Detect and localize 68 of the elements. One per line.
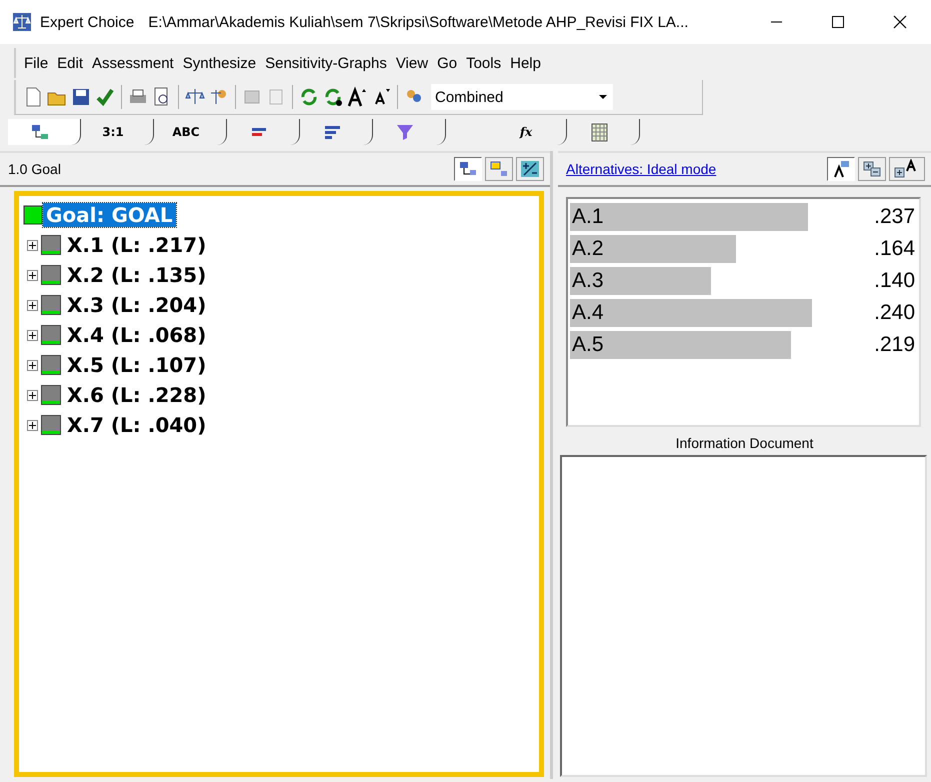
node-view-button[interactable] <box>485 157 513 181</box>
node-icon <box>41 235 61 255</box>
alternative-name: A.5 <box>572 333 604 357</box>
priority-value: .237 <box>873 205 915 229</box>
node-icon <box>41 295 61 315</box>
combined-dropdown[interactable]: Combined <box>431 84 613 110</box>
tree-item[interactable]: X.6 (L: .228) <box>67 383 206 407</box>
view-tab[interactable]: fx <box>494 119 567 145</box>
expand-toggle[interactable] <box>27 300 38 310</box>
add-letter-button[interactable] <box>889 157 925 181</box>
menu-item[interactable]: File <box>24 52 48 74</box>
plus-minus-boxes-icon <box>862 160 882 178</box>
expand-toggle[interactable] <box>27 330 38 340</box>
menu-item[interactable]: Edit <box>57 52 84 74</box>
expand-toggle[interactable] <box>27 240 38 250</box>
view-tab[interactable] <box>8 119 81 145</box>
tree-item[interactable]: X.5 (L: .107) <box>67 353 206 377</box>
menu-item[interactable]: Tools <box>466 52 502 74</box>
alternative-name: A.1 <box>572 205 604 229</box>
plus-minus-icon <box>520 160 540 178</box>
tab-icon <box>395 122 415 142</box>
menu-item[interactable]: View <box>396 52 428 74</box>
tree-view-button[interactable] <box>454 157 482 181</box>
scales-icon <box>12 12 32 32</box>
expand-toggle[interactable] <box>27 390 38 400</box>
menu-item[interactable]: Synthesize <box>182 52 256 74</box>
nodes-icon <box>489 160 509 178</box>
node-icon <box>41 355 61 375</box>
app-name: Expert Choice <box>40 14 134 30</box>
alternative-name: A.4 <box>572 301 604 325</box>
menu-item[interactable]: Sensitivity-Graphs <box>265 52 387 74</box>
plus-minus-button[interactable] <box>516 157 544 181</box>
expand-collapse-button[interactable] <box>858 157 886 181</box>
priority-value: .164 <box>873 237 915 261</box>
tree-item[interactable]: X.3 (L: .204) <box>67 293 206 317</box>
save-icon[interactable] <box>70 86 92 108</box>
menu-item[interactable]: Go <box>437 52 458 74</box>
priority-value: .219 <box>873 333 915 357</box>
pane-header: 1.0 Goal <box>8 161 61 177</box>
menu-item[interactable]: Assessment <box>92 52 174 74</box>
tree-item[interactable]: X.2 (L: .135) <box>67 263 206 287</box>
window-title: E:\Ammar\Akademis Kuliah\sem 7\Skripsi\Software\Metode AHP_Revisi FIX LA... <box>148 14 688 30</box>
expand-toggle[interactable] <box>27 270 38 280</box>
goal-node-icon <box>23 205 43 225</box>
tree-item[interactable]: X.7 (L: .040) <box>67 413 206 437</box>
tree-item[interactable]: X.4 (L: .068) <box>67 323 206 347</box>
node-icon <box>41 325 61 345</box>
expand-toggle[interactable] <box>27 420 38 430</box>
info-document-label: Information Document <box>674 435 814 451</box>
node-icon <box>41 415 61 435</box>
node-icon <box>41 265 61 285</box>
tab-icon <box>589 122 609 142</box>
view-tab[interactable]: ABC <box>154 119 227 145</box>
tab-icon <box>30 122 50 142</box>
tree-item[interactable]: Goal: GOAL <box>43 203 176 227</box>
view-tab[interactable]: 3:1 <box>81 119 154 145</box>
menu-item[interactable]: Help <box>510 52 541 74</box>
font-edit-button[interactable] <box>827 157 855 181</box>
alternatives-link[interactable]: Alternatives: Ideal mode <box>566 161 716 177</box>
priority-value: .240 <box>873 301 915 325</box>
tree-item[interactable]: X.1 (L: .217) <box>67 233 206 257</box>
expand-toggle[interactable] <box>27 360 38 370</box>
alternative-name: A.2 <box>572 237 604 261</box>
node-icon <box>41 385 61 405</box>
priority-value: .140 <box>873 269 915 293</box>
tree-icon <box>458 160 478 178</box>
font-larger-icon[interactable] <box>346 86 368 108</box>
alternative-name: A.3 <box>572 269 604 293</box>
